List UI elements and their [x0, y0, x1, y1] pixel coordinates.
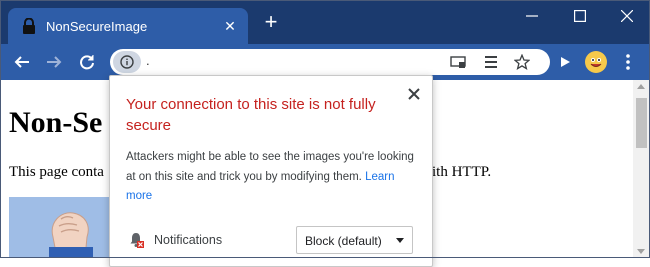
back-arrow-icon [14, 56, 29, 68]
page-body-text-end: ith HTTP. [432, 164, 492, 180]
permission-select-value: Block (default) [305, 234, 382, 248]
scroll-down-icon[interactable] [637, 249, 645, 254]
minimize-icon [526, 15, 538, 17]
site-info-popup: Your connection to this site is not full… [109, 75, 433, 267]
forward-arrow-icon [47, 56, 62, 68]
close-icon [621, 10, 633, 22]
more-vert-icon [626, 54, 630, 70]
close-icon[interactable] [406, 86, 422, 102]
popup-title: Your connection to this site is not full… [126, 96, 376, 134]
back-button[interactable] [12, 52, 32, 72]
avatar[interactable] [585, 51, 607, 73]
page-image [9, 197, 121, 258]
site-info-button[interactable] [113, 51, 141, 73]
window-close-button[interactable] [617, 6, 637, 26]
url-text: . [146, 53, 150, 68]
maximize-button[interactable] [570, 6, 590, 26]
vertical-scrollbar[interactable] [633, 80, 650, 258]
info-icon [120, 55, 134, 69]
chevron-down-icon [396, 238, 404, 243]
page-title: Non-Se [9, 106, 103, 139]
menu-button[interactable] [618, 52, 638, 72]
page-body-text-start: This page conta [9, 164, 104, 180]
reload-icon [80, 55, 94, 70]
reload-button[interactable] [77, 52, 97, 72]
tab-strip: NonSecureImage ✕ + [0, 0, 650, 44]
forward-button[interactable] [44, 52, 64, 72]
scroll-up-icon[interactable] [637, 84, 645, 89]
new-tab-button[interactable]: + [262, 11, 280, 33]
fist-image-icon [9, 197, 121, 258]
tab-title: NonSecureImage [46, 18, 148, 34]
smiley-icon [586, 52, 606, 72]
address-bar[interactable]: . [110, 49, 550, 75]
notifications-permission-select[interactable]: Block (default) [296, 226, 413, 254]
tab-close-icon[interactable]: ✕ [222, 18, 238, 35]
permission-label: Notifications [154, 233, 223, 247]
tab-nonsecureimage[interactable]: NonSecureImage ✕ [8, 8, 248, 44]
scroll-thumb[interactable] [636, 98, 647, 148]
minimize-button[interactable] [522, 6, 542, 26]
reader-mode-icon[interactable] [483, 54, 499, 70]
media-control-button[interactable] [555, 52, 575, 72]
play-icon [561, 57, 570, 67]
permission-row-notifications: Notifications Block (default) [126, 226, 416, 254]
maximize-icon [574, 10, 586, 22]
cast-icon[interactable] [450, 54, 466, 70]
star-icon[interactable] [514, 54, 530, 70]
lock-icon [23, 18, 35, 34]
popup-description: Attackers might be able to see the image… [126, 148, 416, 207]
notifications-blocked-icon [130, 233, 144, 248]
